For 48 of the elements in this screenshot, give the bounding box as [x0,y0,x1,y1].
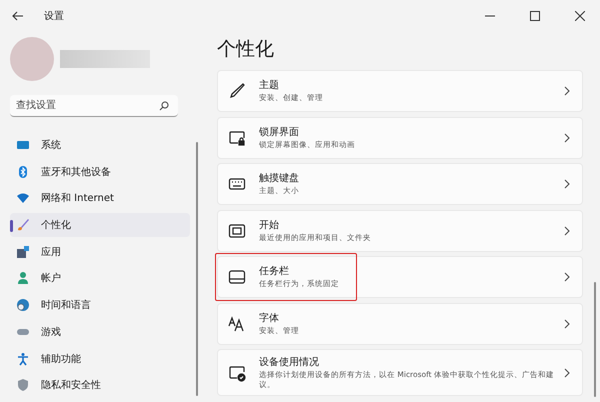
sidebar-item[interactable]: 隐私和安全性 [10,373,190,398]
accessibility-icon [16,352,30,366]
wifi-icon [16,191,30,206]
chevron-right-icon [564,226,570,236]
sidebar-item[interactable]: 蓝牙和其他设备 [10,160,190,184]
sidebar-item[interactable]: 应用 [10,240,190,264]
window-title: 设置 [44,10,64,23]
brush-icon [16,218,30,232]
sidebar-item[interactable]: 辅助功能 [10,346,190,370]
card-title: 开始 [259,218,280,232]
globe-icon [16,298,30,312]
close-icon[interactable] [575,11,585,21]
card-title: 锁屏界面 [259,126,300,139]
card-title: 主题 [259,78,280,92]
sidebar-item[interactable]: 游戏 [10,320,190,344]
taskbar-icon [228,268,246,286]
card-title: 触摸键盘 [259,172,300,186]
chevron-right-icon [564,179,570,189]
sidebar-item[interactable]: 帐户 [10,266,190,290]
maximize-icon[interactable] [530,11,540,21]
back-icon[interactable] [12,11,24,21]
person-icon [16,271,30,286]
card-title: 字体 [259,312,280,325]
sidebar-item[interactable]: 时间和语言 [10,293,190,318]
sidebar-item[interactable]: 系统 [10,133,190,157]
chevron-right-icon [564,272,570,282]
sidebar-item[interactable]: 网络和 Internet [10,186,190,210]
search-icon[interactable] [159,101,169,111]
monitor-icon [16,138,30,152]
card-title: 设备使用情况 [259,356,320,369]
chevron-right-icon [564,132,570,142]
bluetooth-icon [16,164,30,179]
card-title: 任务栏 [259,264,290,278]
font-icon [228,314,246,332]
scrollbar-thumb[interactable] [594,282,596,397]
device-check-icon [228,364,246,382]
sidebar-item[interactable]: 个性化 [10,213,190,238]
avatar [10,37,54,81]
chevron-right-icon [564,368,570,378]
search-field[interactable]: 查找设置 [10,95,178,117]
page-title: 个性化 [217,37,275,62]
pen-icon [228,82,246,100]
shield-icon [16,378,30,392]
start-menu-icon [228,222,246,240]
lock-screen-icon [228,128,246,146]
chevron-right-icon [564,86,570,96]
apps-icon [16,244,30,259]
chevron-right-icon [564,318,570,328]
